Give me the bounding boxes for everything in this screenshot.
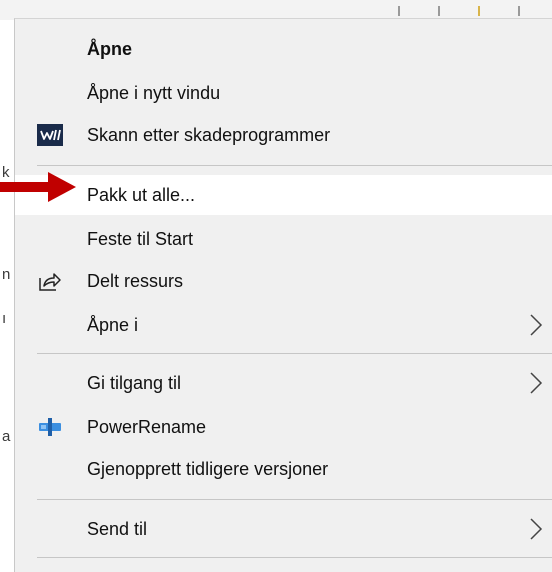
menu-item-label: Send til [87, 518, 148, 539]
menu-separator [37, 165, 552, 166]
menu-item-label: Åpne [87, 38, 132, 59]
menu-item-restore-previous-versions[interactable]: Gjenopprett tidligere versjoner [15, 449, 552, 489]
menu-item-scan-malware[interactable]: Skann etter skadeprogrammer [15, 115, 552, 155]
menu-item-open-in[interactable]: Åpne i [15, 305, 552, 345]
menu-item-label: Åpne i nytt vindu [87, 82, 221, 103]
menu-item-label: Gi tilgang til [87, 372, 182, 393]
menu-item-label: Pakk ut alle... [87, 184, 196, 205]
menu-item-label: Delt ressurs [87, 270, 184, 291]
toolbar-tick [398, 6, 400, 16]
menu-item-label: Skann etter skadeprogrammer [87, 124, 331, 145]
background-toolbar [0, 0, 552, 20]
toolbar-tick [438, 6, 440, 16]
background-text-fragment: n [2, 266, 11, 283]
menu-item-share[interactable]: Delt ressurs [15, 261, 552, 301]
chevron-right-icon [530, 518, 543, 540]
toolbar-tick [518, 6, 520, 16]
background-text-fragment: ı [2, 310, 7, 327]
malwarebytes-icon [37, 122, 63, 148]
menu-item-label: Åpne i [87, 314, 139, 335]
menu-item-label: Feste til Start [87, 228, 194, 249]
background-text-fragment: a [2, 428, 11, 445]
share-icon [37, 268, 63, 294]
menu-item-label: PowerRename [87, 416, 207, 437]
menu-item-label: Gjenopprett tidligere versjoner [87, 458, 329, 479]
screenshot: k n ı a Åpne Åpne i nytt vindu Skann ett… [0, 0, 552, 572]
menu-item-open[interactable]: Åpne [15, 29, 552, 69]
red-arrow-icon [0, 172, 76, 202]
menu-item-powerrename[interactable]: PowerRename [15, 407, 552, 447]
toolbar-tick [478, 6, 480, 16]
chevron-right-icon [530, 372, 543, 394]
menu-item-pin-to-start[interactable]: Feste til Start [15, 219, 552, 259]
menu-item-give-access[interactable]: Gi tilgang til [15, 363, 552, 403]
menu-separator [37, 499, 552, 500]
powerrename-icon [37, 414, 63, 440]
menu-separator [37, 353, 552, 354]
menu-item-send-to[interactable]: Send til [15, 509, 552, 549]
chevron-right-icon [530, 314, 543, 336]
menu-item-open-new-window[interactable]: Åpne i nytt vindu [15, 73, 552, 113]
context-menu: Åpne Åpne i nytt vindu Skann etter skade… [14, 18, 552, 572]
menu-separator [37, 557, 552, 558]
menu-item-extract-all[interactable]: Pakk ut alle... [15, 175, 552, 215]
